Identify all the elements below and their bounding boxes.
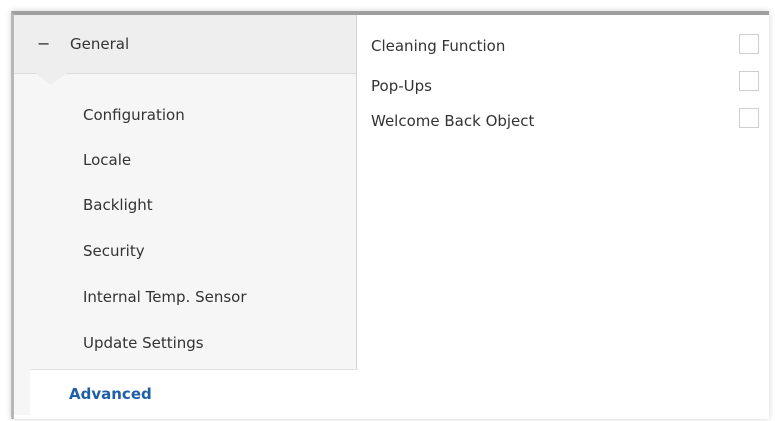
option-label-welcome-back-object: Welcome Back Object: [371, 112, 535, 130]
sidebar-item-advanced-label: Advanced: [69, 385, 152, 403]
sidebar-item-backlight[interactable]: Backlight: [83, 198, 153, 213]
sidebar-item-configuration[interactable]: Configuration: [83, 108, 185, 123]
option-label-cleaning-function: Cleaning Function: [371, 37, 506, 55]
option-label-pop-ups: Pop-Ups: [371, 77, 432, 95]
group-title: General: [70, 35, 130, 53]
sidebar-item-internal-temp-sensor[interactable]: Internal Temp. Sensor: [83, 290, 247, 305]
sidebar-item-advanced[interactable]: Advanced: [30, 369, 358, 416]
settings-window: − General Configuration Locale Backlight…: [0, 0, 775, 421]
checkbox-cleaning-function[interactable]: [739, 34, 759, 54]
sidebar: − General Configuration Locale Backlight…: [14, 15, 357, 415]
checkbox-pop-ups[interactable]: [739, 71, 759, 91]
sidebar-item-security[interactable]: Security: [83, 244, 145, 259]
header-pointer: [35, 73, 67, 85]
sidebar-item-update-settings[interactable]: Update Settings: [83, 336, 204, 351]
options-panel: Cleaning Function Pop-Ups Welcome Back O…: [356, 15, 766, 415]
sidebar-item-locale[interactable]: Locale: [83, 153, 131, 168]
group-header-general[interactable]: − General: [14, 15, 356, 74]
collapse-icon[interactable]: −: [37, 36, 51, 52]
checkbox-welcome-back-object[interactable]: [739, 108, 759, 128]
